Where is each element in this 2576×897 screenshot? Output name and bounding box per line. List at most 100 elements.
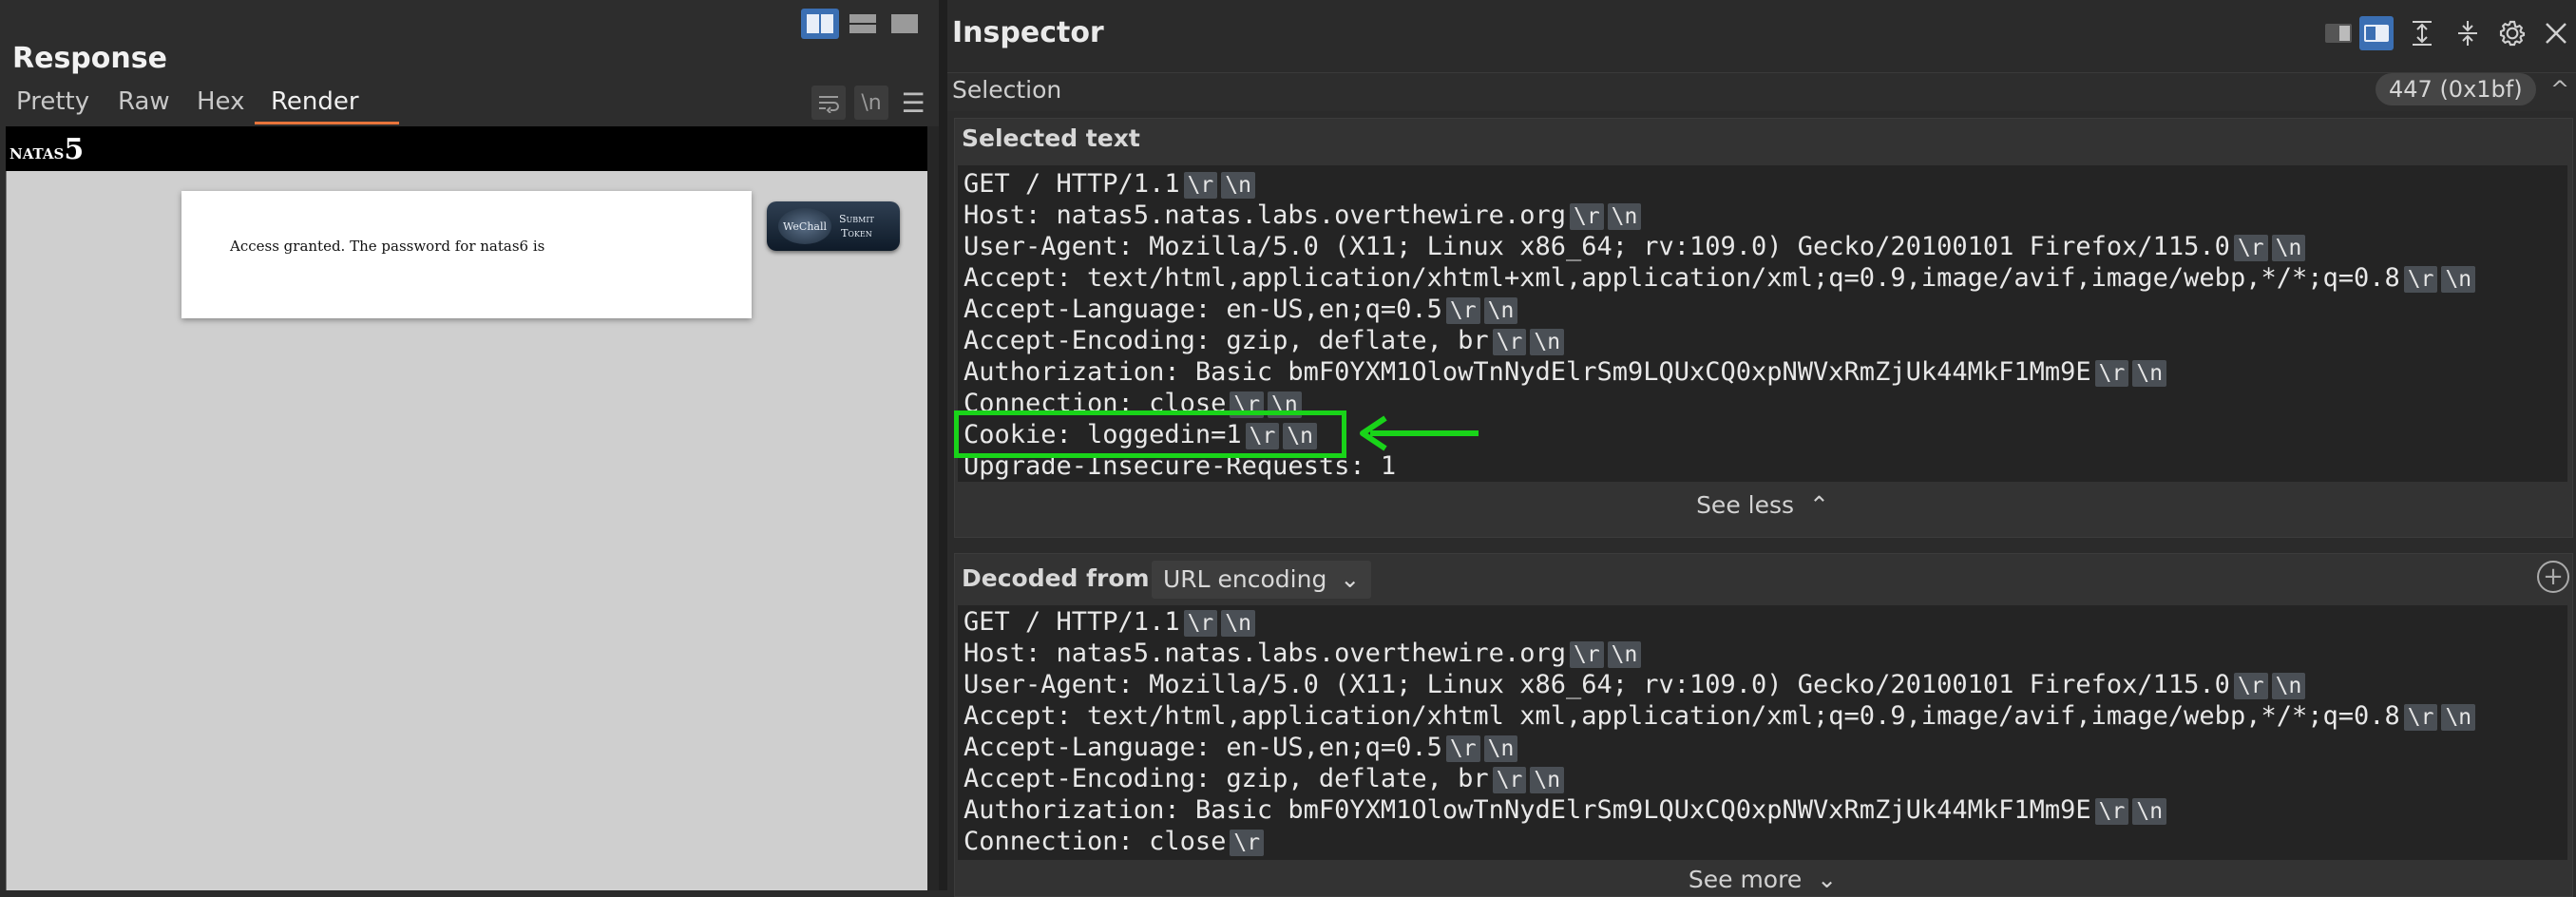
chevron-up-icon: ⌃ xyxy=(1808,491,1829,519)
selected-text-line: Accept-Language: en-US,en;q=0.5 \r \n xyxy=(964,294,1518,325)
escape-char-badge: \n xyxy=(2271,235,2306,261)
decoding-select-value: URL encoding xyxy=(1163,565,1327,593)
selected-text-line: Authorization: Basic bmF0YXM1OlowTnNydEl… xyxy=(964,356,2167,388)
escape-char-badge: \r xyxy=(1230,830,1265,856)
submit-token-line2: Token xyxy=(841,227,872,239)
decoded-line-text: Accept-Encoding: gzip, deflate, br xyxy=(964,764,1489,793)
split-horizontal-layout-icon[interactable] xyxy=(801,9,839,39)
site-title-number: 5 xyxy=(64,133,85,166)
settings-gear-icon[interactable] xyxy=(2495,16,2529,50)
escape-char-badge: \r xyxy=(1492,329,1527,355)
decoded-line-text: Accept: text/html,application/xhtml xml,… xyxy=(964,701,2400,731)
active-tab-indicator xyxy=(255,122,399,124)
escape-char-badge: \n xyxy=(1483,297,1518,324)
escape-char-badge: \n xyxy=(1530,329,1565,355)
chevron-down-icon: ⌄ xyxy=(1340,565,1361,593)
selection-length-badge: 447 (0x1bf) xyxy=(2376,73,2536,105)
escape-char-badge: \r xyxy=(2094,798,2129,825)
tab-render[interactable]: Render xyxy=(271,87,359,116)
decoded-line: Host: natas5.natas.labs.overthewire.org \… xyxy=(964,638,1642,669)
decoded-line-text: User-Agent: Mozilla/5.0 (X11; Linux x86_… xyxy=(964,670,2230,699)
escape-char-badge: \r xyxy=(2233,235,2268,261)
escape-char-badge: \n xyxy=(2132,360,2167,387)
selected-text-line-text: GET / HTTP/1.1 xyxy=(964,169,1180,199)
decoded-line: User-Agent: Mozilla/5.0 (X11; Linux x86_… xyxy=(964,669,2306,700)
see-more-button[interactable]: See more ⌄ xyxy=(954,866,2571,893)
decoding-select[interactable]: URL encoding ⌄ xyxy=(1152,561,1372,599)
escape-char-badge: \r xyxy=(1569,203,1604,230)
decoded-line-text: Accept-Language: en-US,en;q=0.5 xyxy=(964,733,1442,762)
escape-char-badge: \r xyxy=(2233,673,2268,699)
escape-char-badge: \r xyxy=(1445,297,1480,324)
inspector-collapsed-layout-icon[interactable] xyxy=(2321,16,2356,50)
decoded-line-text: GET / HTTP/1.1 xyxy=(964,607,1180,637)
selection-row[interactable] xyxy=(947,72,2576,111)
single-panel-layout-icon[interactable] xyxy=(886,9,924,39)
selected-text-line-text: Accept: text/html,application/xhtml+xml,… xyxy=(964,263,2400,293)
escape-char-badge: \n xyxy=(1483,735,1518,762)
see-less-button[interactable]: See less ⌃ xyxy=(954,491,2571,519)
newline-toggle-icon[interactable]: \n xyxy=(854,86,888,120)
access-message: Access granted. The password for natas6 … xyxy=(230,238,545,255)
tab-pretty[interactable]: Pretty xyxy=(16,87,89,116)
decoded-line: Accept: text/html,application/xhtml xml,… xyxy=(964,700,2476,732)
site-title-prefix: natas xyxy=(10,140,65,164)
escape-char-badge: \r xyxy=(1183,610,1218,637)
escape-char-badge: \n xyxy=(2441,704,2476,731)
tab-hex[interactable]: Hex xyxy=(197,87,244,116)
escape-char-badge: \n xyxy=(1221,610,1255,637)
escape-char-badge: \n xyxy=(2441,266,2476,293)
decoded-line: Accept-Encoding: gzip, deflate, br \r \n xyxy=(964,763,1565,794)
content-card xyxy=(181,191,752,318)
chevron-down-icon: ⌄ xyxy=(1817,866,1838,893)
split-vertical-layout-icon[interactable] xyxy=(844,9,882,39)
escape-char-badge: \r xyxy=(2403,704,2438,731)
selected-text-line: Accept-Encoding: gzip, deflate, br \r \n xyxy=(964,325,1565,356)
escape-char-badge: \r xyxy=(1492,767,1527,793)
escape-char-badge: \r xyxy=(2094,360,2129,387)
selected-text-line: Host: natas5.natas.labs.overthewire.org \… xyxy=(964,200,1642,231)
selected-text-line: User-Agent: Mozilla/5.0 (X11; Linux x86_… xyxy=(964,231,2306,262)
see-more-label: See more xyxy=(1688,866,1803,893)
word-wrap-icon[interactable] xyxy=(811,86,846,120)
escape-char-badge: \r xyxy=(1183,172,1218,199)
escape-char-badge: \r xyxy=(1445,735,1480,762)
selected-text-line-text: Host: natas5.natas.labs.overthewire.org xyxy=(964,200,1566,230)
response-title: Response xyxy=(12,42,167,75)
escape-char-badge: \n xyxy=(1221,172,1255,199)
escape-char-badge: \r xyxy=(1569,641,1604,668)
decoded-line-text: Authorization: Basic bmF0YXM1OlowTnNydEl… xyxy=(964,795,2091,825)
tab-raw[interactable]: Raw xyxy=(118,87,170,116)
selected-text-heading: Selected text xyxy=(962,124,1140,152)
render-scrollbar[interactable] xyxy=(927,126,939,890)
selected-text-line-text: Accept-Encoding: gzip, deflate, br xyxy=(964,326,1489,355)
site-title: natas5 xyxy=(10,133,84,166)
expand-all-icon[interactable] xyxy=(2405,16,2439,50)
close-icon[interactable] xyxy=(2539,16,2573,50)
escape-char-badge: \n xyxy=(2132,798,2167,825)
chevron-up-icon[interactable]: ^ xyxy=(2550,76,2569,103)
menu-icon[interactable]: ☰ xyxy=(899,87,927,119)
escape-char-badge: \n xyxy=(1530,767,1565,793)
annotation-highlight-box xyxy=(954,410,1346,458)
submit-token-button[interactable]: WeChall Submit Token xyxy=(767,201,900,251)
escape-char-badge: \n xyxy=(2271,673,2306,699)
decoded-line: Connection: close \r xyxy=(964,826,1265,857)
selected-text-line-text: User-Agent: Mozilla/5.0 (X11; Linux x86_… xyxy=(964,232,2230,261)
selected-text-line: GET / HTTP/1.1 \r \n xyxy=(964,168,1255,200)
selection-label: Selection xyxy=(952,76,1062,104)
wechall-logo: WeChall xyxy=(778,208,831,244)
see-less-label: See less xyxy=(1696,491,1795,519)
escape-char-badge: \n xyxy=(1607,641,1642,668)
selected-text-line-text: Authorization: Basic bmF0YXM1OlowTnNydEl… xyxy=(964,357,2091,387)
collapse-all-icon[interactable] xyxy=(2451,16,2485,50)
add-circle-icon[interactable]: + xyxy=(2537,561,2569,593)
submit-token-line1: Submit xyxy=(839,213,874,225)
selected-text-line-text: Accept-Language: en-US,en;q=0.5 xyxy=(964,295,1442,324)
escape-char-badge: \n xyxy=(1607,203,1642,230)
panel-divider[interactable] xyxy=(939,0,947,890)
inspector-expanded-layout-icon[interactable] xyxy=(2359,16,2394,50)
decoded-heading: Decoded from: xyxy=(962,564,1159,592)
decoded-line-text: Host: natas5.natas.labs.overthewire.org xyxy=(964,639,1566,668)
site-header-bar xyxy=(6,126,927,171)
